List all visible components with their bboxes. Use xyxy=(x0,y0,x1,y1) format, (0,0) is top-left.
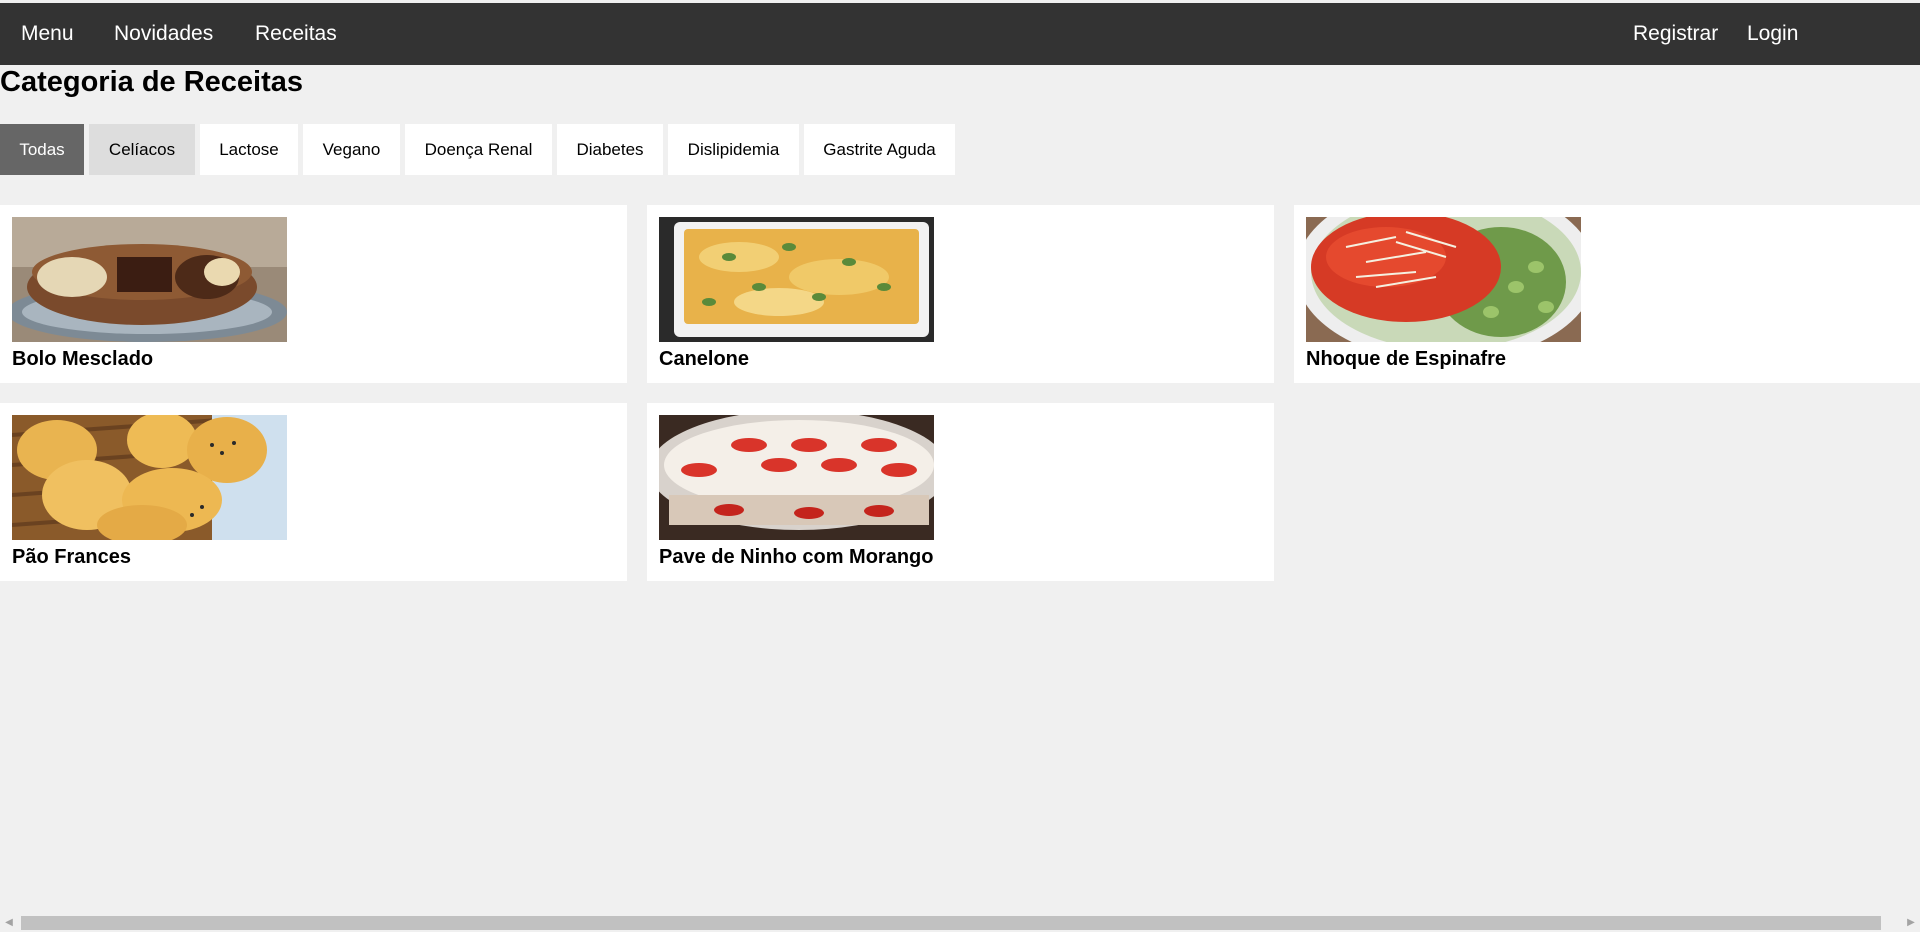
scroll-left-icon[interactable]: ◀ xyxy=(0,914,18,932)
tab-doenca-renal[interactable]: Doença Renal xyxy=(405,124,552,175)
recipe-card[interactable]: Canelone xyxy=(647,205,1274,383)
recipe-card[interactable]: Pave de Ninho com Morango xyxy=(647,403,1274,581)
marble-cake-photo xyxy=(12,217,287,342)
tab-lactose[interactable]: Lactose xyxy=(200,124,298,175)
recipe-title: Pave de Ninho com Morango xyxy=(659,546,934,568)
scrollbar-thumb[interactable] xyxy=(21,916,1881,930)
tab-gastrite-aguda[interactable]: Gastrite Aguda xyxy=(804,124,955,175)
top-navbar: Menu Novidades Receitas Registrar Login xyxy=(0,3,1920,65)
nav-login-link[interactable]: Login xyxy=(1747,3,1798,65)
tab-vegano[interactable]: Vegano xyxy=(303,124,400,175)
scroll-right-icon[interactable]: ▶ xyxy=(1902,914,1920,932)
strawberry-pave-photo xyxy=(659,415,934,540)
bread-rolls-photo xyxy=(12,415,287,540)
tab-todas[interactable]: Todas xyxy=(0,124,84,175)
nav-menu-link[interactable]: Menu xyxy=(21,3,74,65)
tab-diabetes[interactable]: Diabetes xyxy=(557,124,663,175)
recipe-card[interactable]: Pão Frances xyxy=(0,403,627,581)
horizontal-scrollbar[interactable]: ◀ ▶ xyxy=(0,914,1920,932)
nav-novidades-link[interactable]: Novidades xyxy=(114,3,213,65)
tab-dislipidemia[interactable]: Dislipidemia xyxy=(668,124,799,175)
spinach-gnocchi-photo xyxy=(1306,217,1581,342)
cannelloni-photo xyxy=(659,217,934,342)
recipe-title: Canelone xyxy=(659,348,750,370)
tab-celiacos[interactable]: Celíacos xyxy=(89,124,195,175)
nav-receitas-link[interactable]: Receitas xyxy=(255,3,337,65)
page-title: Categoria de Receitas xyxy=(0,66,304,98)
recipe-title: Bolo Mesclado xyxy=(12,348,154,370)
recipe-card[interactable]: Nhoque de Espinafre xyxy=(1294,205,1920,383)
recipe-card[interactable]: Bolo Mesclado xyxy=(0,205,627,383)
nav-registrar-link[interactable]: Registrar xyxy=(1633,3,1718,65)
recipe-title: Nhoque de Espinafre xyxy=(1306,348,1507,370)
recipe-title: Pão Frances xyxy=(12,546,131,568)
